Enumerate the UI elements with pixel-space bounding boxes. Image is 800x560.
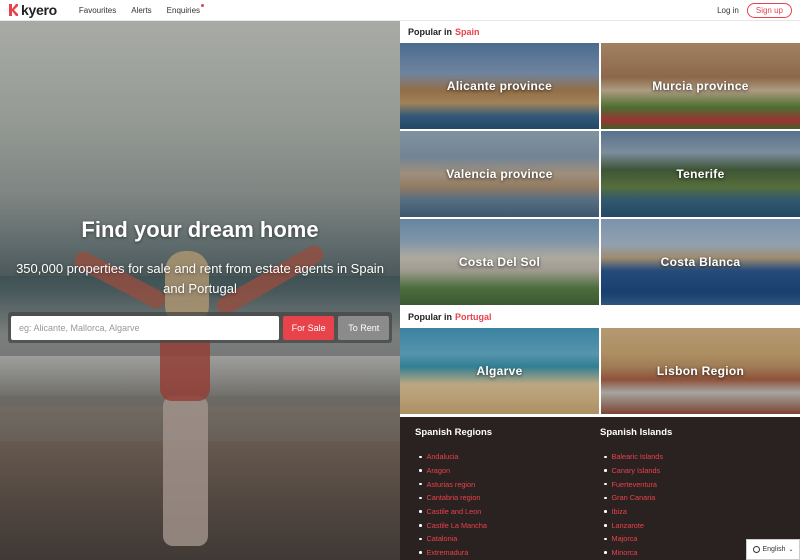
globe-icon bbox=[752, 546, 760, 553]
tile-costa-blanca[interactable]: Costa Blanca bbox=[601, 219, 800, 305]
nav-alerts[interactable]: Alerts bbox=[131, 6, 151, 15]
island-link[interactable]: Fuerteventura bbox=[600, 477, 785, 491]
tile-murcia-province[interactable]: Murcia province bbox=[601, 43, 800, 129]
portugal-tiles: Algarve Lisbon Region bbox=[400, 328, 800, 414]
popular-spain-label: Popular in bbox=[408, 27, 453, 37]
tile-valencia-province[interactable]: Valencia province bbox=[400, 131, 599, 217]
nav-favourites[interactable]: Favourites bbox=[79, 6, 116, 15]
spanish-regions-list: Andalucia Aragon Asturias region Cantabr… bbox=[415, 450, 600, 560]
island-link[interactable]: Lanzarote bbox=[600, 518, 785, 532]
hero-title: Find your dream home bbox=[81, 217, 319, 242]
language-label: English bbox=[762, 546, 786, 553]
hero-subtitle: 350,000 properties for sale and rent fro… bbox=[16, 261, 384, 296]
region-link[interactable]: Andalucia bbox=[415, 450, 600, 464]
region-link[interactable]: Catalonia bbox=[415, 532, 600, 546]
spain-tiles: Alicante province Murcia province Valenc… bbox=[400, 43, 800, 305]
island-link[interactable]: Ibiza bbox=[600, 505, 785, 519]
kyero-logo-icon bbox=[8, 4, 18, 16]
region-link[interactable]: Cantabria region bbox=[415, 491, 600, 505]
popular-spain-country: Spain bbox=[455, 27, 480, 37]
hero-section: Find your dream home 350,000 properties … bbox=[0, 21, 400, 560]
spanish-regions-column: Spanish Regions Andalucia Aragon Asturia… bbox=[415, 427, 600, 560]
to-rent-button[interactable]: To Rent bbox=[338, 315, 389, 340]
popular-destinations-panel: Popular in Spain Alicante province Murci… bbox=[400, 21, 800, 560]
login-link[interactable]: Log in bbox=[717, 6, 739, 15]
popular-spain-heading: Popular in Spain bbox=[400, 21, 800, 43]
region-link[interactable]: Castile and Leon bbox=[415, 505, 600, 519]
region-link[interactable]: Aragon bbox=[415, 464, 600, 478]
region-link[interactable]: Extremadura bbox=[415, 546, 600, 560]
kyero-logo[interactable]: kyero bbox=[8, 2, 57, 18]
region-link[interactable]: Castile La Mancha bbox=[415, 518, 600, 532]
search-input[interactable] bbox=[11, 315, 279, 340]
tile-lisbon-region[interactable]: Lisbon Region bbox=[601, 328, 800, 414]
tile-label: Costa Del Sol bbox=[458, 255, 541, 269]
island-link[interactable]: Balearic Islands bbox=[600, 450, 785, 464]
signup-button[interactable]: Sign up bbox=[746, 2, 792, 18]
region-link[interactable]: Asturias region bbox=[415, 477, 600, 491]
island-link[interactable]: Gran Canaria bbox=[600, 491, 785, 505]
top-navigation: kyero Favourites Alerts Enquiries Log in… bbox=[0, 0, 800, 21]
tile-label: Lisbon Region bbox=[656, 364, 745, 378]
tile-label: Tenerife bbox=[676, 167, 725, 181]
spanish-regions-title: Spanish Regions bbox=[415, 427, 493, 438]
popular-portugal-label: Popular in bbox=[408, 312, 453, 322]
nav-enquiries[interactable]: Enquiries bbox=[166, 3, 205, 15]
tile-label: Alicante province bbox=[446, 79, 553, 93]
footer-links: Spanish Regions Andalucia Aragon Asturia… bbox=[400, 417, 800, 560]
tile-algarve[interactable]: Algarve bbox=[400, 328, 599, 414]
tile-label: Valencia province bbox=[446, 167, 553, 181]
nav-right: Log in Sign up bbox=[717, 2, 792, 18]
language-selector[interactable]: English ⌄ bbox=[746, 539, 800, 560]
for-sale-button[interactable]: For Sale bbox=[282, 315, 335, 340]
tile-label: Murcia province bbox=[652, 79, 749, 93]
nav-enquiries-label: Enquiries bbox=[166, 5, 201, 15]
popular-portugal-country: Portugal bbox=[455, 312, 492, 322]
logo-text: kyero bbox=[21, 2, 57, 18]
tile-label: Costa Blanca bbox=[660, 255, 741, 269]
spanish-islands-title: Spanish Islands bbox=[600, 427, 673, 438]
island-link[interactable]: Canary Islands bbox=[600, 464, 785, 478]
tile-costa-del-sol[interactable]: Costa Del Sol bbox=[400, 219, 599, 305]
tile-tenerife[interactable]: Tenerife bbox=[601, 131, 800, 217]
notification-dot-icon bbox=[201, 3, 205, 7]
search-box: For Sale To Rent bbox=[8, 312, 392, 343]
tile-label: Algarve bbox=[476, 364, 523, 378]
popular-portugal-heading: Popular in Portugal bbox=[400, 306, 800, 328]
tile-alicante-province[interactable]: Alicante province bbox=[400, 43, 599, 129]
chevron-down-icon: ⌄ bbox=[788, 547, 794, 553]
